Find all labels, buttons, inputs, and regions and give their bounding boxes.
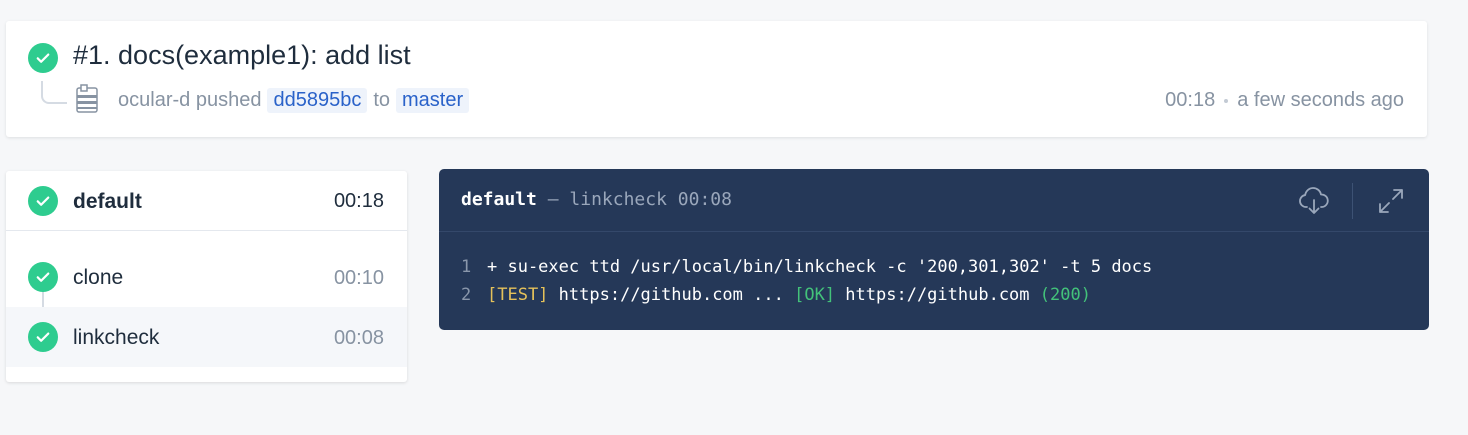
- log-step-name: linkcheck: [569, 189, 667, 210]
- step-duration: 00:10: [333, 267, 384, 289]
- avatar-icon: [76, 84, 98, 113]
- log-output: 1 + su-exec ttd /usr/local/bin/linkcheck …: [461, 253, 1152, 309]
- log-stage-name: default: [461, 189, 537, 210]
- log-line: 1 + su-exec ttd /usr/local/bin/linkcheck …: [461, 253, 1152, 281]
- stage-status-check-icon: [28, 186, 58, 216]
- step-status-check-icon: [28, 262, 58, 292]
- stage-header[interactable]: default 00:18: [6, 171, 407, 231]
- log-panel: default — linkcheck 00:08 1 + su-exec ttd…: [439, 169, 1429, 330]
- log-text: + su-exec ttd /usr/local/bin/linkcheck -…: [487, 257, 1153, 277]
- log-ok-tag: [OK]: [794, 285, 836, 305]
- log-line: 2 [TEST] https://github.com ... [OK] http…: [461, 281, 1152, 309]
- log-header: default — linkcheck 00:08: [439, 169, 1429, 232]
- step-name: clone: [73, 266, 124, 289]
- build-meta: 00:18 a few seconds ago: [1165, 89, 1404, 112]
- log-url: https://github.com ...: [558, 285, 784, 305]
- line-number: 1: [461, 257, 472, 277]
- separator-dot: [1224, 98, 1229, 103]
- commit-to-label: to: [373, 89, 391, 111]
- step-duration: 00:08: [333, 327, 384, 349]
- expand-log-button[interactable]: [1353, 169, 1429, 232]
- build-title: #1. docs(example1): add list: [73, 40, 411, 70]
- log-dash: —: [547, 189, 559, 210]
- build-header-card: #1. docs(example1): add list ocular-d pu…: [6, 21, 1427, 137]
- commit-sha-link[interactable]: dd5895bc: [267, 88, 368, 113]
- step-linkcheck[interactable]: linkcheck 00:08: [6, 307, 407, 367]
- step-status-check-icon: [28, 322, 58, 352]
- log-duration: 00:08: [677, 189, 732, 210]
- step-name: linkcheck: [73, 326, 160, 349]
- stage-list-card: default 00:18 clone 00:10 linkcheck 00:0…: [6, 171, 407, 382]
- download-log-button[interactable]: [1276, 169, 1352, 232]
- log-url: https://github.com: [845, 285, 1030, 305]
- log-test-tag: [TEST]: [487, 285, 549, 305]
- build-status-check-icon: [28, 43, 58, 73]
- expand-icon: [1379, 188, 1403, 213]
- commit-action: pushed: [195, 89, 262, 111]
- tree-connector: [41, 81, 67, 104]
- stage-duration: 00:18: [333, 190, 384, 212]
- log-status-code: (200): [1039, 285, 1091, 305]
- line-number: 2: [461, 285, 472, 305]
- build-duration: 00:18: [1165, 89, 1216, 111]
- step-clone[interactable]: clone 00:10: [6, 247, 407, 307]
- branch-link[interactable]: master: [396, 88, 470, 113]
- cloud-download-icon: [1299, 186, 1329, 214]
- stage-name: default: [73, 190, 142, 213]
- commit-info: ocular-d pushed dd5895bc to master: [118, 88, 475, 113]
- commit-author: ocular-d: [118, 89, 191, 111]
- build-time-ago: a few seconds ago: [1237, 89, 1404, 111]
- log-title: default — linkcheck 00:08: [461, 189, 732, 210]
- log-actions: [1276, 169, 1429, 232]
